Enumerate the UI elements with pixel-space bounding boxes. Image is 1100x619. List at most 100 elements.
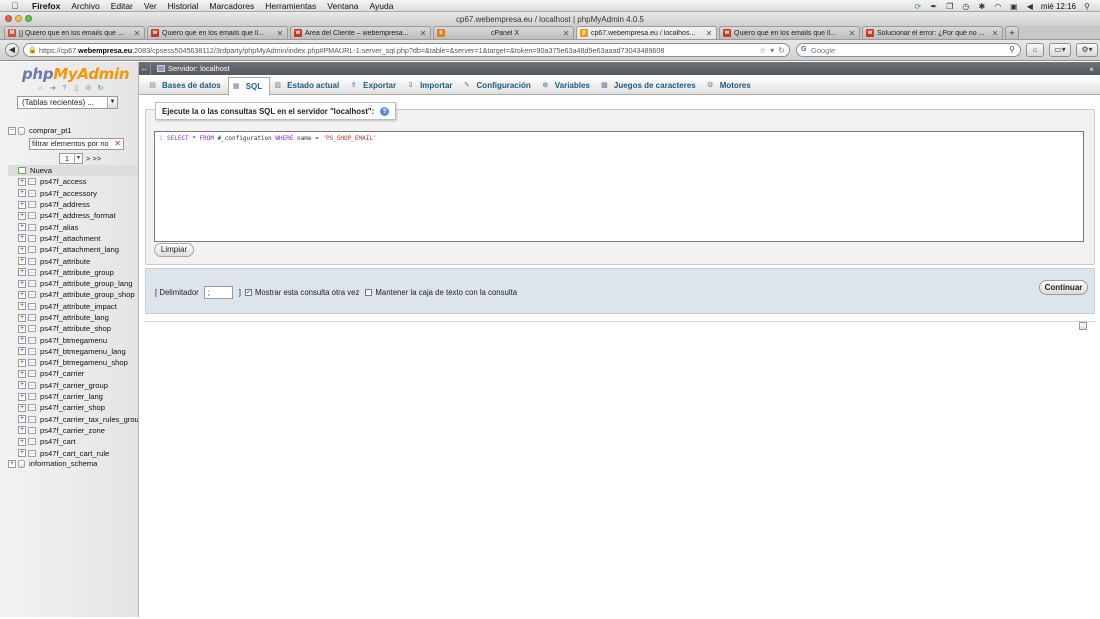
menu-firefox[interactable]: Firefox xyxy=(32,1,60,11)
expand-icon[interactable]: + xyxy=(18,257,26,266)
collapse-icon[interactable]: − xyxy=(8,126,16,135)
close-tab-icon[interactable]: ✕ xyxy=(133,29,141,38)
volume-icon[interactable]: ◀ xyxy=(1025,2,1035,11)
google-icon[interactable]: G xyxy=(801,46,809,54)
db-comprar-pt1[interactable]: − comprar_pt1 xyxy=(8,125,138,136)
table-item[interactable]: + ps47f_attribute xyxy=(8,255,138,266)
expand-icon[interactable]: + xyxy=(18,358,26,367)
menu-ver[interactable]: Ver xyxy=(144,1,157,11)
window-icon[interactable]: ❐ xyxy=(945,2,955,11)
close-tab-icon[interactable]: ✕ xyxy=(705,29,713,38)
table-item[interactable]: + ps47f_address xyxy=(8,199,138,210)
recent-tables-select[interactable]: (Tablas recientes) ... ▼ xyxy=(17,96,118,109)
expand-icon[interactable]: + xyxy=(18,381,26,390)
reload-icon[interactable]: ↻ xyxy=(778,46,785,55)
expand-icon[interactable]: + xyxy=(18,336,26,345)
new-tab-button[interactable]: + xyxy=(1005,26,1019,39)
lock-icon[interactable]: 🔒 xyxy=(28,46,37,54)
tab-3[interactable]: w Área del Cliente – webempresa... ✕ xyxy=(290,26,431,39)
expand-icon[interactable]: + xyxy=(8,459,16,468)
tab-6[interactable]: w Quiero que en los emails que ll... ✕ xyxy=(719,26,860,39)
tab-1[interactable]: M [] Quiero que en los emails que ... ✕ xyxy=(4,26,145,39)
menu-historial[interactable]: Historial xyxy=(168,1,199,11)
close-window-button[interactable] xyxy=(5,15,12,22)
sql-query-editor[interactable]: 1 SELECT * FROM #_configuration WHERE nam… xyxy=(154,131,1084,242)
time-machine-icon[interactable]: ◷ xyxy=(961,2,971,11)
tab-sql[interactable]: ▦ SQL xyxy=(227,76,271,96)
table-filter-input[interactable]: filtrar elementos por no ✕ xyxy=(29,138,124,150)
expand-icon[interactable]: + xyxy=(18,313,26,322)
expand-icon[interactable]: + xyxy=(18,324,26,333)
tab-engines[interactable]: ⚙ Motores xyxy=(703,77,758,95)
settings-icon[interactable]: ⚙ xyxy=(84,84,93,93)
back-button[interactable]: ◀ xyxy=(5,43,19,57)
tab-databases[interactable]: ▤ Bases de datos xyxy=(145,77,228,95)
table-item[interactable]: + ps47f_carrier xyxy=(8,368,138,379)
table-item[interactable]: + ps47f_attribute_group_lang xyxy=(8,278,138,289)
db-information-schema[interactable]: + information_schema xyxy=(8,458,138,469)
tab-export[interactable]: ⇪ Exportar xyxy=(346,77,403,95)
table-item[interactable]: + ps47f_attachment xyxy=(8,233,138,244)
help-icon[interactable]: ? xyxy=(60,84,69,93)
menu-marcadores[interactable]: Marcadores xyxy=(209,1,254,11)
search-bar[interactable]: G Google ⚲ xyxy=(796,43,1021,57)
expand-icon[interactable]: + xyxy=(18,245,26,254)
table-item[interactable]: + ps47f_btmegamenu xyxy=(8,334,138,345)
table-item[interactable]: + ps47f_btmegamenu_shop xyxy=(8,357,138,368)
table-item[interactable]: + ps47f_cart xyxy=(8,436,138,447)
minimize-window-button[interactable] xyxy=(15,15,22,22)
menu-herramientas[interactable]: Herramientas xyxy=(265,1,316,11)
new-table-item[interactable]: Nueva xyxy=(8,165,138,177)
expand-icon[interactable]: + xyxy=(18,347,26,356)
page-settings-icon[interactable] xyxy=(1079,322,1087,330)
delimiter-input[interactable]: ; xyxy=(203,286,233,299)
table-item[interactable]: + ps47f_address_format xyxy=(8,210,138,221)
sidebar-toggle-button[interactable]: ▭▾ xyxy=(1049,43,1071,57)
clear-filter-icon[interactable]: ✕ xyxy=(114,139,121,149)
tab-variables[interactable]: ⊕ Variables xyxy=(538,77,597,95)
expand-icon[interactable]: + xyxy=(18,403,26,412)
expand-icon[interactable]: + xyxy=(18,268,26,277)
menu-archivo[interactable]: Archivo xyxy=(71,1,99,11)
expand-icon[interactable]: + xyxy=(18,290,26,299)
tab-status[interactable]: ▥ Estado actual xyxy=(270,77,346,95)
tab-5-active[interactable]: p cp67.webempresa.eu / localhos... ✕ xyxy=(576,26,717,39)
table-item[interactable]: + ps47f_carrier_lang xyxy=(8,391,138,402)
expand-icon[interactable]: + xyxy=(18,234,26,243)
expand-icon[interactable]: + xyxy=(18,449,26,458)
table-item[interactable]: + ps47f_accessory xyxy=(8,188,138,199)
display-icon[interactable]: ▣ xyxy=(1009,2,1019,11)
tab-2[interactable]: w Quiero que en los emails que ll... ✕ xyxy=(147,26,288,39)
menu-ventana[interactable]: Ventana xyxy=(327,1,358,11)
next-page-link[interactable]: > >> xyxy=(86,154,101,163)
collapse-panel-icon[interactable]: ← xyxy=(139,62,151,75)
close-tab-icon[interactable]: ✕ xyxy=(848,29,856,38)
expand-icon[interactable]: + xyxy=(18,302,26,311)
apple-icon[interactable]:  xyxy=(8,1,22,11)
home-icon[interactable]: ⌂ xyxy=(36,84,45,93)
table-item[interactable]: + ps47f_access xyxy=(8,176,138,187)
phpmyadmin-logo[interactable]: phpMyAdmin xyxy=(22,65,130,83)
home-button[interactable]: ⌂ xyxy=(1026,43,1044,57)
docs-icon[interactable]: ▯ xyxy=(72,84,81,93)
table-item[interactable]: + ps47f_attribute_shop xyxy=(8,323,138,334)
menu-ayuda[interactable]: Ayuda xyxy=(370,1,394,11)
close-tab-icon[interactable]: ✕ xyxy=(562,29,570,38)
reload-panel-icon[interactable]: ↻ xyxy=(96,84,105,93)
table-item[interactable]: + ps47f_attribute_group_shop xyxy=(8,289,138,300)
expand-icon[interactable]: + xyxy=(18,437,26,446)
close-tab-icon[interactable]: ✕ xyxy=(991,29,999,38)
page-select[interactable]: 1 ▼ xyxy=(59,153,83,164)
tab-charsets[interactable]: ▩ Juegos de caracteres xyxy=(597,77,703,95)
continue-button[interactable]: Continuar xyxy=(1039,280,1088,295)
expand-icon[interactable]: + xyxy=(18,426,26,435)
tab-4[interactable]: c cPanel X ✕ xyxy=(433,26,574,39)
expand-icon[interactable]: + xyxy=(18,211,26,220)
table-item[interactable]: + ps47f_carrier_tax_rules_group_shop xyxy=(8,414,138,425)
expand-icon[interactable]: + xyxy=(18,369,26,378)
search-icon[interactable]: ⚲ xyxy=(1009,45,1015,54)
spotlight-search-icon[interactable]: ⚲ xyxy=(1082,2,1092,11)
clear-button[interactable]: Limpiar xyxy=(154,243,194,257)
table-item[interactable]: + ps47f_attribute_lang xyxy=(8,312,138,323)
table-item[interactable]: + ps47f_carrier_shop xyxy=(8,402,138,413)
